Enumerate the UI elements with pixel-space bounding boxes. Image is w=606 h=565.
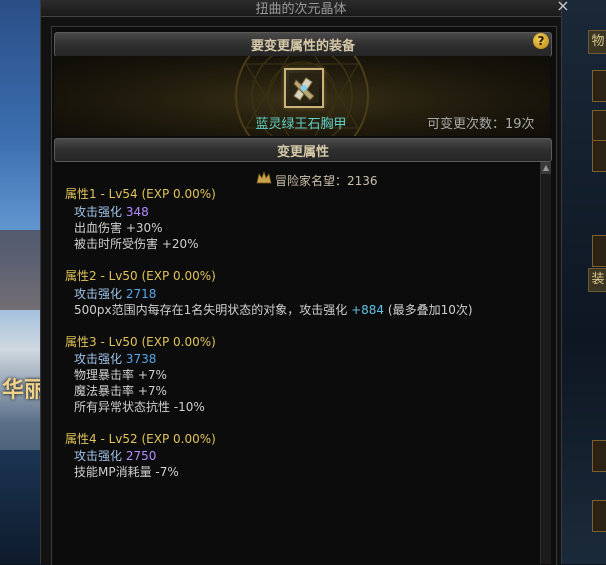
attribute-line: 物理暴击率 +7% [74,368,167,382]
fame-crown-icon [256,171,272,184]
attribute-line: 被击时所受伤害 +20% [74,237,199,251]
attribute-line: 攻击强化 2750 [74,447,156,464]
equipment-name: 蓝灵绿王石胸甲 [255,117,347,132]
armor-item-icon[interactable] [284,68,324,108]
attribute-line: 魔法暴击率 +7% [74,384,167,398]
close-icon[interactable]: × [554,0,572,15]
attribute-scrollbar[interactable]: ▲ [540,162,551,564]
background-slot [592,500,606,532]
equipment-header-title: 要变更属性的装备 [250,39,355,54]
attribute-title: 属性4 - Lv52 (EXP 0.00%) [65,432,216,446]
change-attribute-header: 变更属性 [54,138,552,162]
background-tab[interactable]: 装 [588,268,606,292]
background-slot [592,70,606,102]
background-decoration [0,230,40,310]
attribute-value: 2750 [125,449,157,463]
attribute-title: 属性2 - Lv50 (EXP 0.00%) [65,269,216,283]
background-slot [592,440,606,472]
attribute-line: 出血伤害 +30% [74,221,163,235]
attribute-text: 500px范围内每存在1名失明状态的对象，攻击强化 [74,303,348,317]
attribute-value: 2718 [125,287,157,301]
scroll-up-arrow-icon[interactable]: ▲ [541,162,551,174]
background-slot [592,140,606,172]
attribute-line: 攻击强化 2718 [74,285,156,302]
attribute-label: 攻击强化 [74,449,123,463]
change-count-text: 可变更次数：19次 [427,117,535,132]
attribute-label: 攻击强化 [74,352,123,366]
attribute-line: 攻击强化 3738 [74,350,156,367]
dimension-crystal-window: 扭曲的次元晶体 × 要变更属性的装备 ? 蓝灵绿王石胸甲 可变更次数：19次 变… [40,0,570,565]
attribute-label: 攻击强化 [74,287,123,301]
window-title: 扭曲的次元晶体 [255,2,347,17]
attribute-value: 3738 [125,352,157,366]
window-titlebar[interactable]: 扭曲的次元晶体 × [41,0,570,17]
equipment-header: 要变更属性的装备 [54,32,552,57]
attribute-list[interactable]: 冒险家名望：2136 属性1 - Lv54 (EXP 0.00%) 攻击强化 3… [54,162,538,564]
attribute-label: 攻击强化 [74,205,123,219]
attribute-line: 技能MP消耗量 -7% [74,465,179,479]
attribute-text: (最多叠加10次) [387,303,473,317]
attribute-title: 属性1 - Lv54 (EXP 0.00%) [65,187,216,201]
background-slot [592,110,606,142]
attribute-line: 所有异常状态抗性 -10% [74,400,205,414]
attribute-line: 攻击强化 348 [74,203,149,220]
background-decoration [0,450,40,564]
background-tab[interactable]: 物 [588,30,606,54]
attribute-value: 348 [125,205,149,219]
attribute-value: +884 [351,303,385,317]
help-icon[interactable]: ? [533,33,549,49]
attribute-title: 属性3 - Lv50 (EXP 0.00%) [65,335,216,349]
background-slot [592,235,606,267]
adventurer-fame: 冒险家名望：2136 [275,174,378,188]
attribute-line: 500px范围内每存在1名失明状态的对象，攻击强化 +884 (最多叠加10次) [74,301,473,318]
change-attribute-title: 变更属性 [276,145,329,160]
